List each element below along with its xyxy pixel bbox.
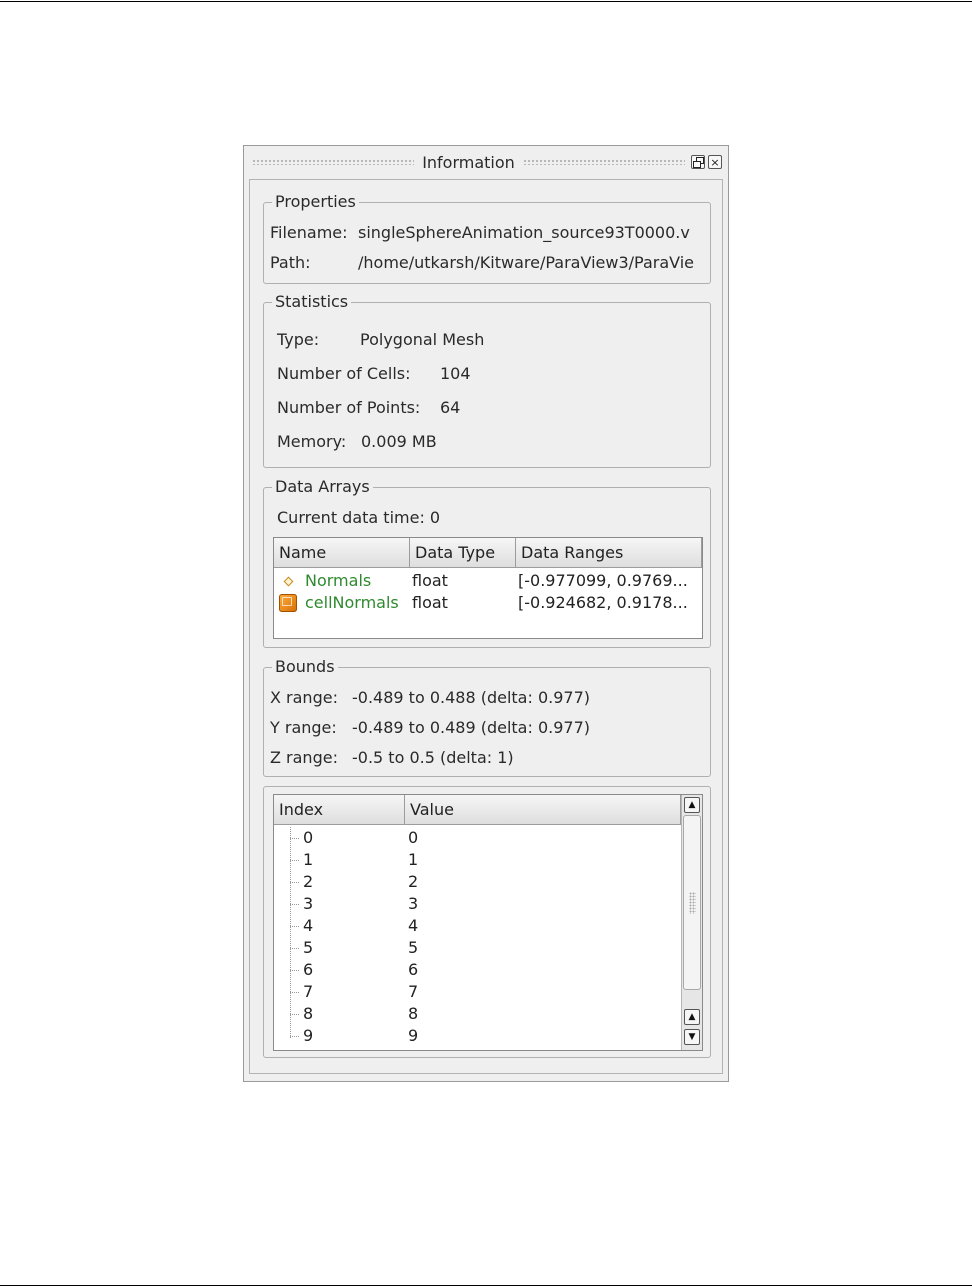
titlebar-grip-right [522, 159, 685, 165]
time-value: 8 [408, 1004, 419, 1023]
array-range: [-0.924682, 0.9178... [518, 593, 688, 612]
bounds-group: Bounds X range: -0.489 to 0.488 (delta: … [263, 657, 711, 777]
float-button[interactable] [691, 155, 705, 169]
tree-branch [290, 926, 299, 927]
tree-branch [290, 860, 299, 861]
column-header-value[interactable]: Value [405, 795, 681, 825]
array-type: float [412, 571, 448, 590]
memory-value: 0.009 MB [361, 432, 437, 451]
time-index: 2 [303, 872, 314, 891]
scroll-thumb[interactable] [683, 815, 701, 990]
filename-value: singleSphereAnimation_source93T0000.v [358, 223, 690, 242]
information-panel: Information × Properties Filename: singl… [243, 145, 729, 1082]
current-data-time: Current data time: 0 [277, 508, 441, 527]
arrow-down-icon: ▼ [688, 1032, 696, 1042]
time-value: 2 [408, 872, 419, 891]
statistics-group: Statistics Type: Polygonal Mesh Number o… [263, 292, 711, 468]
time-value: 1 [408, 850, 419, 869]
column-header-name[interactable]: Name [274, 538, 410, 568]
time-index: 9 [303, 1026, 314, 1045]
points-label: Number of Points: [277, 398, 421, 417]
float-icon-back [693, 161, 701, 168]
column-header-index[interactable]: Index [274, 795, 405, 825]
properties-title: Properties [272, 192, 359, 212]
properties-group: Properties Filename: singleSphereAnimati… [263, 192, 711, 284]
type-label: Type: [277, 330, 320, 349]
y-range-label: Y range: [270, 718, 337, 737]
y-range-value: -0.489 to 0.489 (delta: 0.977) [352, 718, 590, 737]
time-value: 9 [408, 1026, 419, 1045]
tree-branch [290, 1036, 299, 1037]
panel-title: Information [422, 152, 515, 172]
tree-connector [290, 827, 291, 1038]
time-index: 4 [303, 916, 314, 935]
array-type: float [412, 593, 448, 612]
scroll-up-button[interactable]: ▲ [684, 797, 700, 813]
type-value: Polygonal Mesh [360, 330, 485, 349]
z-range-label: Z range: [270, 748, 338, 767]
time-index: 7 [303, 982, 314, 1001]
tree-branch [290, 948, 299, 949]
data-arrays-title: Data Arrays [272, 477, 373, 497]
tree-branch [290, 970, 299, 971]
time-value: 6 [408, 960, 419, 979]
column-header-data-ranges[interactable]: Data Ranges [516, 538, 702, 568]
filename-label: Filename: [270, 223, 348, 242]
time-value: 3 [408, 894, 419, 913]
cells-label: Number of Cells: [277, 364, 411, 383]
time-value: 4 [408, 916, 419, 935]
tree-branch [290, 904, 299, 905]
time-value: 0 [408, 828, 419, 847]
close-icon: × [710, 155, 720, 169]
time-index: 0 [303, 828, 314, 847]
data-arrays-header: Name Data Type Data Ranges [274, 538, 702, 568]
time-values-header: Index Value [274, 795, 681, 825]
panel-content: Properties Filename: singleSphereAnimati… [249, 179, 723, 1074]
vertical-scrollbar[interactable]: ▲ ▲ ▼ [681, 795, 702, 1050]
column-header-data-type[interactable]: Data Type [410, 538, 516, 568]
x-range-label: X range: [270, 688, 338, 707]
time-index: 1 [303, 850, 314, 869]
path-value: /home/utkarsh/Kitware/ParaView3/ParaVie [358, 253, 695, 272]
tree-branch [290, 992, 299, 993]
time-index: 8 [303, 1004, 314, 1023]
time-value: 5 [408, 938, 419, 957]
titlebar-grip-left [252, 159, 415, 165]
time-index: 6 [303, 960, 314, 979]
cell-data-icon [279, 594, 297, 612]
point-data-icon [283, 576, 294, 587]
x-range-value: -0.489 to 0.488 (delta: 0.977) [352, 688, 590, 707]
time-values-group: Index Value 0 0 1 1 2 2 3 3 4 4 5 5 6 6 7 7 8 8 9 9 ▲ ▲ ▼ [263, 786, 711, 1058]
memory-label: Memory: [277, 432, 347, 451]
z-range-value: -0.5 to 0.5 (delta: 1) [352, 748, 514, 767]
arrow-up-icon: ▲ [688, 1012, 696, 1022]
close-button[interactable]: × [708, 155, 722, 169]
path-label: Path: [270, 253, 311, 272]
panel-titlebar[interactable]: Information × [244, 146, 728, 178]
page-bottom-rule [0, 1285, 972, 1286]
cells-value: 104 [440, 364, 471, 383]
page-top-rule [0, 1, 972, 2]
scroll-up-button-lower[interactable]: ▲ [684, 1009, 700, 1025]
tree-branch [290, 1014, 299, 1015]
bounds-title: Bounds [272, 657, 338, 677]
arrow-up-icon: ▲ [688, 800, 696, 810]
time-value: 7 [408, 982, 419, 1001]
array-name: cellNormals [305, 593, 399, 612]
statistics-title: Statistics [272, 292, 352, 312]
scroll-down-button[interactable]: ▼ [684, 1029, 700, 1045]
time-values-table[interactable]: Index Value 0 0 1 1 2 2 3 3 4 4 5 5 6 6 7 7 8 8 9 9 ▲ ▲ ▼ [273, 794, 703, 1051]
grip-icon [689, 892, 696, 914]
array-name: Normals [305, 571, 372, 590]
data-arrays-table[interactable]: Name Data Type Data Ranges Normals float… [273, 537, 703, 639]
points-value: 64 [440, 398, 461, 417]
array-range: [-0.977099, 0.9769... [518, 571, 688, 590]
time-index: 5 [303, 938, 314, 957]
time-index: 3 [303, 894, 314, 913]
data-arrays-group: Data Arrays Current data time: 0 Name Da… [263, 477, 711, 648]
tree-branch [290, 882, 299, 883]
tree-branch [290, 838, 299, 839]
